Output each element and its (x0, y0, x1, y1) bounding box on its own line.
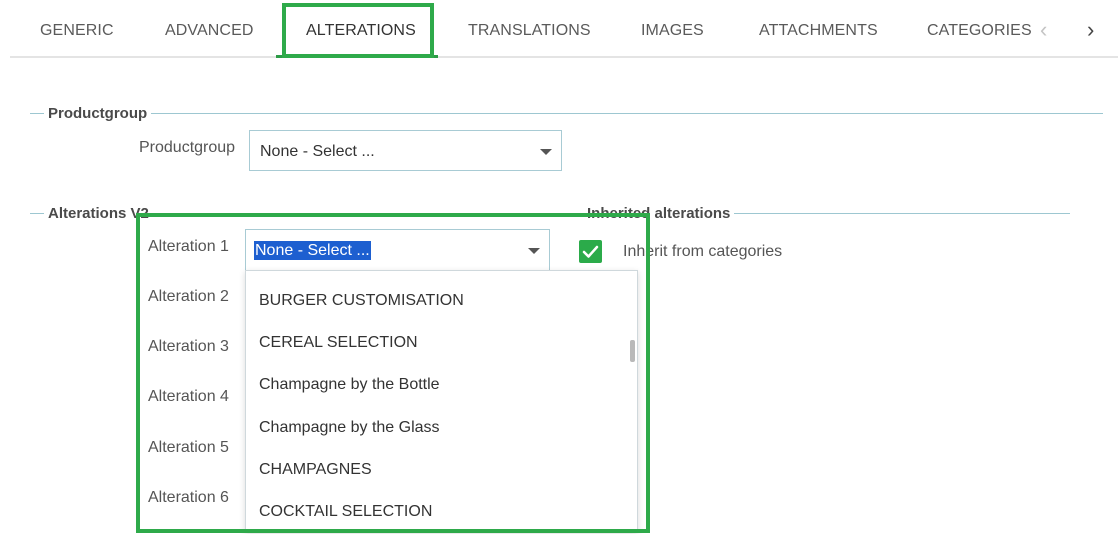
productgroup-legend: Productgroup (44, 105, 152, 122)
productgroup-select-value: None - Select ... (260, 143, 375, 160)
chevron-right-icon[interactable]: › (1087, 18, 1094, 42)
tab-generic[interactable]: GENERIC (40, 22, 114, 40)
tab-translations[interactable]: TRANSLATIONS (468, 22, 591, 40)
chevron-down-icon (540, 149, 552, 155)
productgroup-label: Productgroup (139, 139, 236, 156)
chevron-left-icon[interactable]: ‹ (1040, 18, 1047, 42)
highlight-frame-tab (282, 3, 434, 58)
tab-categories[interactable]: CATEGORIES (927, 22, 1032, 40)
tab-attachments[interactable]: ATTACHMENTS (759, 22, 878, 40)
tab-images[interactable]: IMAGES (641, 22, 704, 40)
productgroup-select[interactable]: None - Select ... (249, 130, 562, 171)
tab-advanced[interactable]: ADVANCED (165, 22, 254, 40)
productgroup-fieldset-line (30, 113, 1103, 114)
highlight-frame-alterations (136, 213, 650, 533)
